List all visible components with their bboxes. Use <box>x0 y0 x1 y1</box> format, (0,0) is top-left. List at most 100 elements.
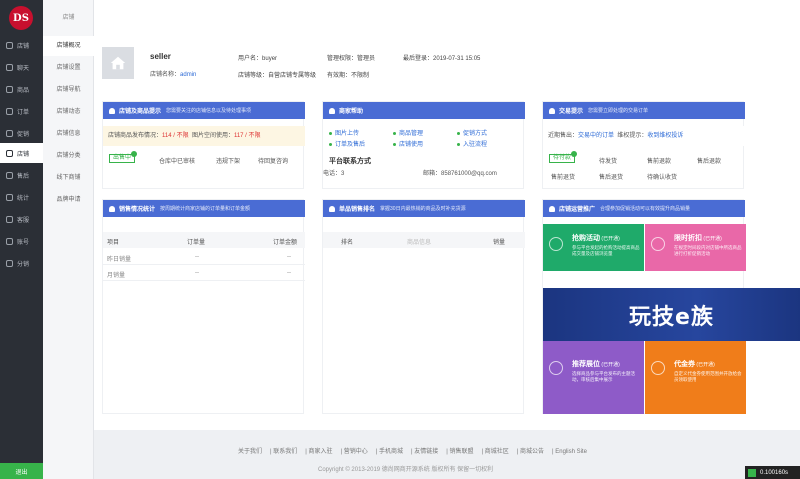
phone-info: 电话：3 <box>323 171 345 177</box>
store-tip-bar: 店铺商品发布情况：114 / 不限 图片空间使用：117 / 不限 <box>103 126 305 146</box>
tile-title: 代金券 (已开通) <box>674 361 715 368</box>
footer-link[interactable]: 友情链接 <box>414 449 438 455</box>
bell-icon <box>109 107 115 114</box>
store-avatar <box>102 47 134 79</box>
sales-table-header: 项目 订单量 订单金额 <box>103 232 305 248</box>
email-info: 邮箱：858761000@qq.com <box>423 171 497 177</box>
help-link-0[interactable]: 图片上传 <box>329 128 359 137</box>
shop-icon <box>6 149 13 157</box>
table-row: 昨日销量 -- -- <box>103 250 305 265</box>
lock-icon <box>549 237 563 251</box>
count-badge <box>571 151 578 157</box>
footer-link[interactable]: 手机商城 <box>379 449 403 455</box>
copyright: Copyright © 2013-2019 德尚网商开源系统 版权所有 保留一切… <box>318 467 494 473</box>
speed-indicator: 0.100160s <box>745 466 800 479</box>
trade-cell-4[interactable]: 售后退货 <box>599 172 623 181</box>
username-info: 用户名：buyer <box>238 56 278 62</box>
trade-cell-0[interactable]: 待发货 <box>599 156 617 165</box>
trade-cell-5[interactable]: 待确认收货 <box>647 172 677 181</box>
bell-icon <box>109 205 115 212</box>
goods-icon <box>6 85 13 93</box>
clock-icon <box>651 237 665 251</box>
main-nav: DS 店铺 聊天 商品 订单 促销 店铺 售后 统计 客服 账号 分销 退出 <box>0 0 43 479</box>
violation-cell[interactable]: 违规下架 <box>216 156 240 165</box>
tile-title: 推荐展位 (已开通) <box>572 361 620 368</box>
footer-link[interactable]: English Site <box>555 449 587 455</box>
table-row: 月销量 -- -- <box>103 266 305 281</box>
nav-item-1[interactable]: 聊天 <box>0 57 43 77</box>
footer-link[interactable]: 商家入驻 <box>309 449 333 455</box>
trade-tip-bar: 近期售出：交易中的订单 维权提示：收到维权投诉 <box>543 126 745 146</box>
nav-item-8[interactable]: 客服 <box>0 209 43 229</box>
consult-cell[interactable]: 待回复咨询 <box>258 156 288 165</box>
chart-icon <box>6 193 13 201</box>
speed-icon <box>748 468 756 477</box>
promo-tile-recommend[interactable]: 推荐展位 (已开通) 选择商品参与平台发布的主题活动，审核后集中展示 <box>543 341 644 414</box>
store-tips-panel: 店铺及商品提示 您需要关注的店铺信息以及待处理事项 店铺商品发布情况：114 / … <box>102 101 305 189</box>
subnav-item-brand[interactable]: 品牌申请 <box>43 190 94 210</box>
nav-item-9[interactable]: 账号 <box>0 231 43 251</box>
footer-link[interactable]: 联系我们 <box>273 449 297 455</box>
approved-cell[interactable]: 仓库中已审核 <box>159 156 195 165</box>
nav-item-7[interactable]: 统计 <box>0 187 43 207</box>
subnav-item-overview[interactable]: 店铺概况 <box>43 36 94 56</box>
nav-item-0[interactable]: 店铺 <box>0 35 43 55</box>
ranking-table-header: 排名 商品信息 销量 <box>323 232 525 248</box>
promo-tile-discount[interactable]: 限时折扣 (已开通) 在规定时间段内对店铺中所选商品进行打折促销活动 <box>645 224 746 271</box>
pending-payment-button[interactable]: 待付款 <box>549 151 578 163</box>
nav-item-6[interactable]: 售后 <box>0 165 43 185</box>
trade-cell-2[interactable]: 售后退款 <box>697 156 721 165</box>
nav-item-3[interactable]: 订单 <box>0 101 43 121</box>
footer-link[interactable]: 销售联盟 <box>450 449 474 455</box>
order-icon <box>6 107 13 115</box>
help-link-5[interactable]: 入驻流程 <box>457 139 487 148</box>
trade-cell-3[interactable]: 售前退货 <box>551 172 575 181</box>
logo[interactable]: DS <box>9 6 33 30</box>
promotion-icon <box>6 129 13 137</box>
help-link-3[interactable]: 订单及售后 <box>329 139 365 148</box>
subnav-item-info[interactable]: 店铺信息 <box>43 124 94 144</box>
footer-link[interactable]: 关于我们 <box>238 449 262 455</box>
subnav-item-news[interactable]: 店铺动态 <box>43 102 94 122</box>
help-link-1[interactable]: 商品管理 <box>393 128 423 137</box>
panel-header: 单品销售排名 掌握30日内最热销的商品及时补充货源 <box>323 200 525 217</box>
nav-item-5[interactable]: 店铺 <box>0 143 43 163</box>
subnav-item-offline[interactable]: 线下商铺 <box>43 168 94 188</box>
subnav-item-settings[interactable]: 店铺设置 <box>43 58 94 78</box>
subnav-item-category[interactable]: 店铺分类 <box>43 146 94 166</box>
sub-nav: 店铺 店铺概况 店铺设置 店铺导航 店铺动态 店铺信息 店铺分类 线下商铺 品牌… <box>43 0 94 479</box>
bell-icon <box>549 107 555 114</box>
bell-icon <box>549 205 555 212</box>
expire-info: 有效期：不限制 <box>327 73 370 79</box>
yen-icon <box>651 361 665 375</box>
on-sale-button[interactable]: 出售中 <box>109 151 138 163</box>
subnav-item-navigation[interactable]: 店铺导航 <box>43 80 94 100</box>
product-ranking-panel: 单品销售排名 掌握30日内最热销的商品及时补充货源 排名 商品信息 销量 <box>322 199 525 414</box>
footer-link-list: 关于我们 | 联系我们 | 商家入驻 | 营销中心 | 手机商城 | 友情链接 | 销售联盟… <box>238 449 587 455</box>
help-link-2[interactable]: 促销方式 <box>457 128 487 137</box>
panel-header: 商家帮助 <box>323 102 525 119</box>
nav-item-2[interactable]: 商品 <box>0 79 43 99</box>
panel-header: 交易提示 您需要立即处理的交易订单 <box>543 102 745 119</box>
promo-tile-voucher[interactable]: 代金券 (已开通) 自定义代金券使用范围并开放给会员领取使用 <box>645 341 746 414</box>
footer-link[interactable]: 商城公告 <box>520 449 544 455</box>
logout-button[interactable]: 退出 <box>0 463 43 479</box>
store-house-icon <box>110 56 126 70</box>
seller-store-name: 店铺名称：admin <box>150 72 197 78</box>
sales-stats-panel: 销售情况统计 按周期统计商家店铺的订单量和订单金额 项目 订单量 订单金额 昨日销… <box>102 199 305 414</box>
panel-header: 店铺及商品提示 您需要关注的店铺信息以及待处理事项 <box>103 102 305 119</box>
promo-tile-flash-sale[interactable]: 抢购活动 (已开通) 参与平台发起的抢购活动提高商品成交量及店铺浏览量 <box>543 224 644 271</box>
merchant-help-panel: 商家帮助 图片上传 商品管理 促销方式 订单及售后 店铺使用 入驻流程 平台联系… <box>322 101 525 189</box>
footer-link[interactable]: 商城社区 <box>485 449 509 455</box>
count-badge <box>131 151 138 157</box>
menu-icon <box>549 361 563 375</box>
nav-item-4[interactable]: 促销 <box>0 123 43 143</box>
help-link-4[interactable]: 店铺使用 <box>393 139 423 148</box>
permission-info: 管理权限：管理员 <box>327 56 376 62</box>
nav-item-10[interactable]: 分销 <box>0 253 43 273</box>
panel-header: 销售情况统计 按周期统计商家店铺的订单量和订单金额 <box>103 200 305 217</box>
trade-cell-1[interactable]: 售前退款 <box>647 156 671 165</box>
trade-tips-panel: 交易提示 您需要立即处理的交易订单 近期售出：交易中的订单 维权提示：收到维权投诉… <box>542 101 745 189</box>
footer-link[interactable]: 营销中心 <box>344 449 368 455</box>
last-login-info: 最后登录：2019-07-31 15:05 <box>403 56 481 62</box>
